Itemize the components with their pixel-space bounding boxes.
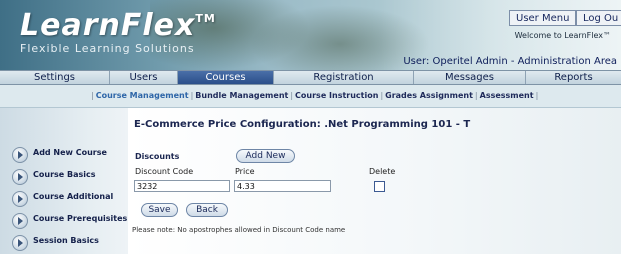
discount-code-header: Discount Code	[135, 167, 194, 176]
tab-reports[interactable]: Reports	[526, 71, 621, 84]
delete-checkbox[interactable]	[374, 181, 385, 192]
sidebar-item-course-basics[interactable]: Course Basics	[0, 166, 128, 188]
sidebar-item-label: Add New Course	[33, 148, 107, 157]
separator: |	[91, 91, 94, 100]
logout-button[interactable]: Log Ou	[576, 10, 621, 26]
save-button[interactable]: Save	[141, 203, 178, 217]
back-button[interactable]: Back	[186, 203, 228, 217]
separator: |	[474, 91, 478, 100]
sidebar-item-course-prerequisites[interactable]: Course Prerequisites	[0, 210, 128, 232]
apostrophe-note: Please note: No apostrophes allowed in D…	[132, 226, 346, 234]
discounts-label: Discounts	[135, 152, 180, 161]
tab-registration[interactable]: Registration	[274, 71, 414, 84]
sidebar-item-add-new-course[interactable]: Add New Course	[0, 144, 128, 166]
add-new-button[interactable]: Add New	[236, 149, 295, 163]
welcome-text: Welcome to LearnFlex™	[514, 31, 611, 40]
page-title: E-Commerce Price Configuration: .Net Pro…	[134, 119, 471, 130]
arrow-circle-icon	[12, 191, 28, 207]
sub-tab-grades-assignment[interactable]: Grades Assignment	[385, 91, 473, 100]
tab-users[interactable]: Users	[110, 71, 178, 84]
main-content: E-Commerce Price Configuration: .Net Pro…	[128, 108, 621, 254]
arrow-circle-icon	[12, 235, 28, 251]
sidebar: Add New Course Course Basics Course Addi…	[0, 108, 128, 254]
sidebar-item-label: Course Basics	[33, 170, 96, 179]
sub-nav-links: | Course Management | Bundle Management | Cou…	[89, 85, 540, 107]
tab-settings[interactable]: Settings	[0, 71, 110, 84]
arrow-circle-icon	[12, 147, 28, 163]
sub-nav: | Course Management | Bundle Management | Cou…	[0, 85, 621, 108]
sidebar-item-label: Session Basics	[33, 236, 99, 245]
user-menu-button[interactable]: User Menu	[509, 10, 577, 26]
app-tagline: Flexible Learning Solutions	[20, 42, 195, 55]
sidebar-item-label: Course Additional	[33, 192, 114, 201]
price-header: Price	[235, 167, 255, 176]
arrow-circle-icon	[12, 213, 28, 229]
delete-header: Delete	[369, 167, 396, 176]
logo-text: LearnFlex	[20, 8, 196, 43]
tab-messages[interactable]: Messages	[414, 71, 526, 84]
arrow-circle-icon	[12, 169, 28, 185]
sidebar-item-session-basics[interactable]: Session Basics	[0, 232, 128, 254]
sidebar-item-course-additional[interactable]: Course Additional	[0, 188, 128, 210]
app-window: LearnFlexTM Flexible Learning Solutions …	[0, 0, 621, 254]
sub-tab-course-instruction[interactable]: Course Instruction	[295, 91, 378, 100]
separator: |	[535, 91, 539, 100]
user-info: User: Operitel Admin - Administration Ar…	[403, 56, 617, 67]
main-nav: Settings Users Courses Registration Mess…	[0, 70, 621, 85]
tab-courses[interactable]: Courses	[178, 71, 274, 84]
sub-tab-assessment[interactable]: Assessment	[480, 91, 534, 100]
sidebar-item-label: Course Prerequisites	[33, 214, 128, 223]
logo-trademark: TM	[195, 12, 216, 25]
sub-tab-bundle-management[interactable]: Bundle Management	[195, 91, 288, 100]
app-logo: LearnFlexTM	[20, 8, 216, 43]
sub-tab-course-management[interactable]: Course Management	[96, 91, 189, 100]
price-field[interactable]	[234, 180, 331, 192]
discount-code-field[interactable]	[134, 180, 230, 192]
header-banner: LearnFlexTM Flexible Learning Solutions …	[0, 0, 621, 70]
